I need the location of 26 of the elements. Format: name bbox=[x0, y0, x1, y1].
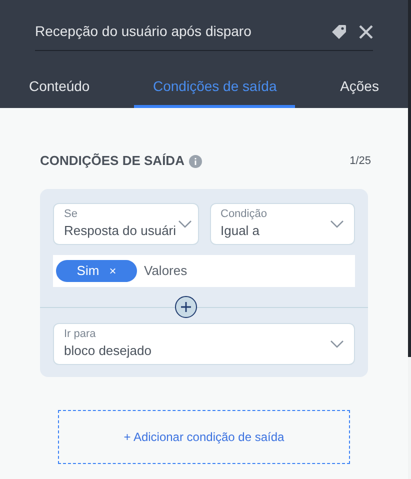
add-condition-button[interactable]: + Adicionar condição de saída bbox=[58, 410, 350, 464]
chevron-down-icon bbox=[330, 220, 344, 228]
section-title: CONDIÇÕES DE SAÍDA bbox=[40, 152, 184, 170]
close-icon[interactable] bbox=[359, 25, 373, 39]
field-label: Ir para bbox=[64, 327, 97, 341]
values-field[interactable]: Sim × Valores bbox=[53, 255, 355, 287]
goto-select[interactable]: Ir para bloco desejado bbox=[53, 323, 355, 365]
chevron-down-icon bbox=[330, 340, 344, 348]
if-select[interactable]: Se Resposta do usuári bbox=[53, 203, 198, 245]
field-value: Igual a bbox=[220, 222, 260, 240]
chip-label: Sim bbox=[76, 262, 100, 280]
condition-select[interactable]: Condição Igual a bbox=[210, 203, 355, 245]
info-icon[interactable] bbox=[189, 154, 202, 168]
field-label: Condição bbox=[220, 207, 268, 221]
chip-remove-button[interactable]: × bbox=[109, 265, 116, 277]
tab[interactable]: Conteúdo bbox=[25, 68, 94, 108]
add-icon[interactable] bbox=[175, 296, 197, 318]
tag-icon[interactable] bbox=[331, 24, 347, 40]
values-input[interactable]: Valores bbox=[144, 261, 355, 281]
window-title: Recepção do usuário após disparo bbox=[35, 22, 252, 41]
field-value: Resposta do usuári bbox=[64, 222, 176, 240]
field-label: Se bbox=[64, 207, 78, 221]
tab[interactable]: Ações bbox=[336, 68, 383, 108]
condition-count: 1/25 bbox=[350, 154, 371, 169]
field-value: bloco desejado bbox=[64, 342, 152, 360]
chevron-down-icon bbox=[178, 220, 192, 228]
